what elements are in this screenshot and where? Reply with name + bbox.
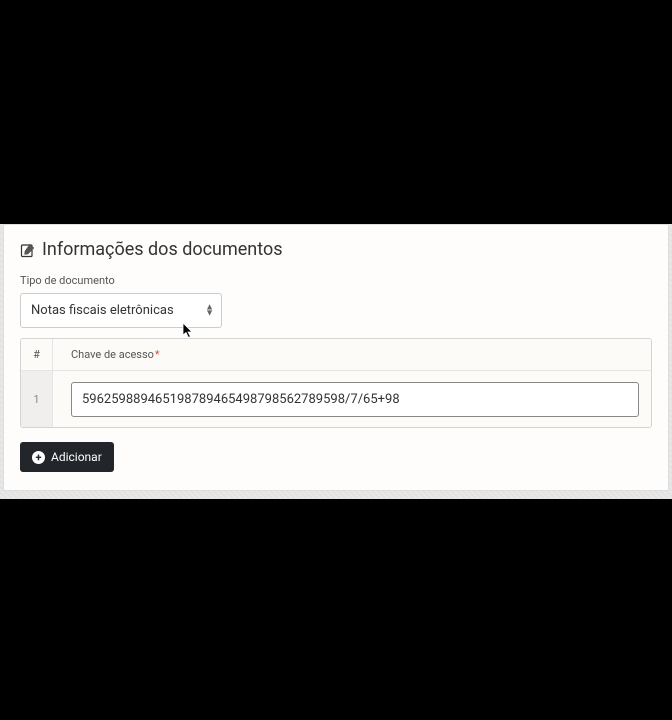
doc-type-select[interactable]: Notas fiscais eletrônicas bbox=[20, 293, 222, 328]
table-row: 1 bbox=[21, 371, 651, 427]
access-key-column-header: Chave de acesso* bbox=[53, 348, 160, 361]
section-title: Informações dos documentos bbox=[42, 239, 283, 260]
access-key-table: # Chave de acesso* 1 bbox=[20, 338, 652, 428]
plus-circle-icon: + bbox=[32, 451, 45, 464]
doc-type-select-wrapper: Notas fiscais eletrônicas ▲ ▼ bbox=[20, 293, 222, 328]
edit-icon bbox=[20, 242, 36, 258]
add-button[interactable]: + Adicionar bbox=[20, 442, 114, 472]
access-key-cell bbox=[53, 372, 651, 427]
row-number-header: # bbox=[21, 339, 53, 370]
document-info-card: Informações dos documentos Tipo de docum… bbox=[3, 224, 669, 491]
access-key-input[interactable] bbox=[71, 382, 639, 417]
section-header: Informações dos documentos bbox=[20, 239, 652, 260]
row-number-cell: 1 bbox=[21, 371, 53, 427]
required-indicator: * bbox=[155, 348, 160, 361]
add-button-label: Adicionar bbox=[51, 450, 102, 464]
doc-type-label: Tipo de documento bbox=[20, 274, 652, 287]
table-header-row: # Chave de acesso* bbox=[21, 339, 651, 371]
